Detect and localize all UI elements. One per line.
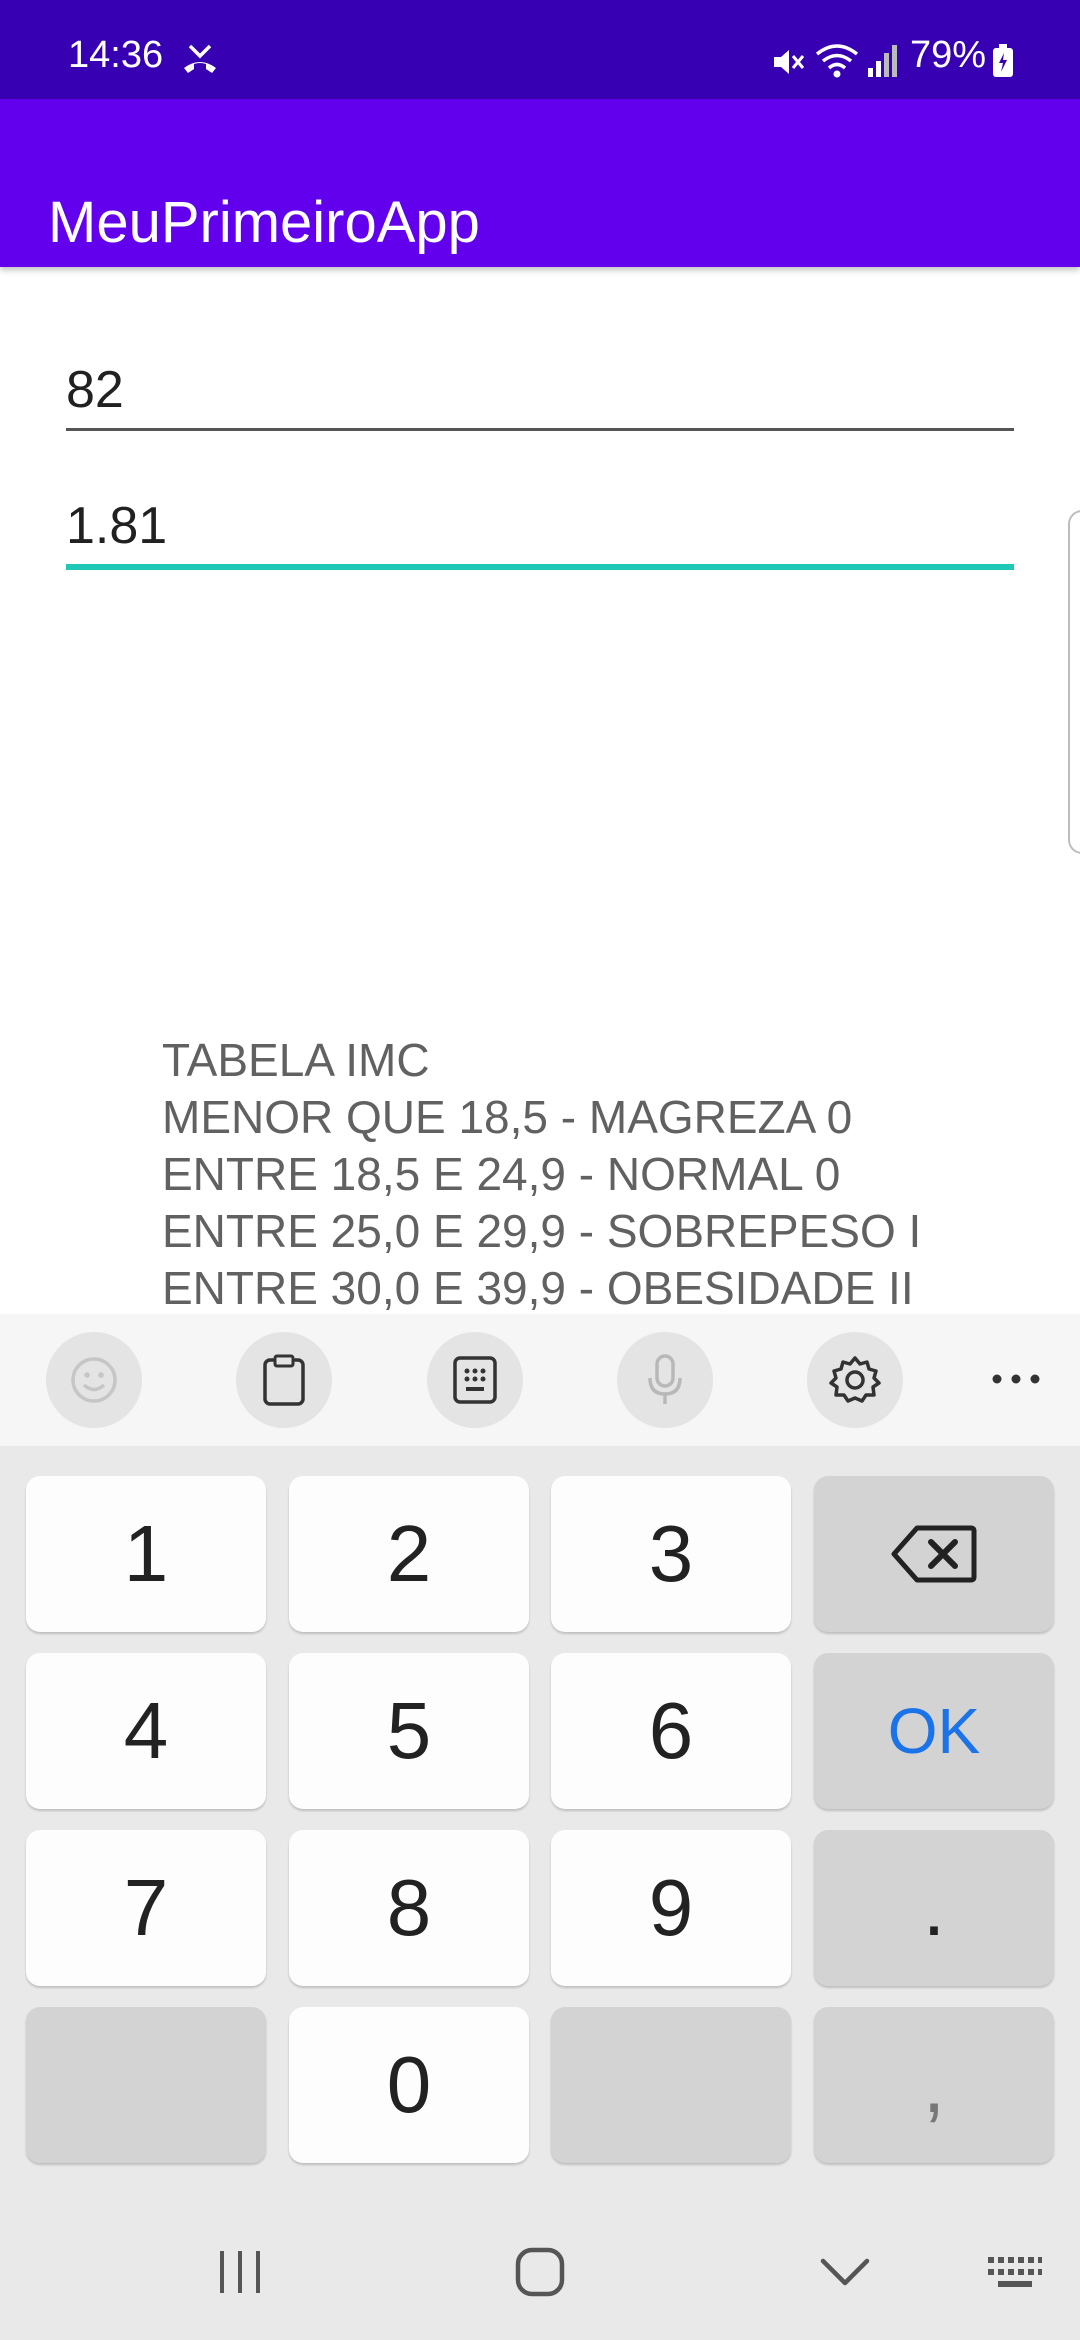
backspace-key[interactable] [814,1476,1054,1632]
navigation-bar [0,2200,1080,2340]
key-4[interactable]: 4 [26,1653,266,1809]
key-3[interactable]: 3 [551,1476,791,1632]
comma-key[interactable]: , [814,2007,1054,2163]
missed-call-icon [180,42,220,81]
battery-icon [992,44,1014,83]
scroll-handle[interactable] [1068,510,1080,854]
keyboard-switch-icon[interactable] [980,2248,1050,2298]
back-icon[interactable] [805,2244,885,2300]
keyboard-toolbar [0,1314,1080,1446]
height-input[interactable]: 1.81 [66,490,1014,562]
imc-row: MENOR QUE 18,5 - MAGREZA 0 [162,1091,853,1143]
recents-icon[interactable] [200,2244,280,2300]
imc-row: ENTRE 30,0 E 39,9 - OBESIDADE II [162,1262,914,1314]
imc-row: ENTRE 18,5 E 24,9 - NORMAL 0 [162,1148,841,1200]
settings-icon[interactable] [807,1332,903,1428]
mute-icon [770,44,806,85]
key-9[interactable]: 9 [551,1830,791,1986]
battery-percent: 79% [910,34,987,76]
clipboard-icon[interactable] [236,1332,332,1428]
app-bar: MeuPrimeiroApp [0,99,1080,267]
more-icon[interactable] [976,1354,1056,1404]
signal-icon [866,42,900,83]
app-title: MeuPrimeiroApp [48,189,480,255]
blank-key-left[interactable] [26,2007,266,2163]
ok-key[interactable]: OK [814,1653,1054,1809]
backspace-icon [891,1525,977,1583]
home-icon[interactable] [500,2244,580,2300]
key-5[interactable]: 5 [289,1653,529,1809]
imc-table-title: TABELA IMC [162,1034,430,1086]
imc-row: ENTRE 25,0 E 29,9 - SOBREPESO I [162,1205,922,1257]
mic-icon[interactable] [617,1332,713,1428]
key-1[interactable]: 1 [26,1476,266,1632]
blank-key-right[interactable] [551,2007,791,2163]
wifi-icon [814,42,860,85]
imc-table: TABELA IMC MENOR QUE 18,5 - MAGREZA 0 EN… [162,1032,1062,1317]
emoji-icon[interactable] [46,1332,142,1428]
status-bar: 14:36 79% [0,0,1080,99]
status-time: 14:36 [68,34,164,76]
key-7[interactable]: 7 [26,1830,266,1986]
key-6[interactable]: 6 [551,1653,791,1809]
key-8[interactable]: 8 [289,1830,529,1986]
key-0[interactable]: 0 [289,2007,529,2163]
key-2[interactable]: 2 [289,1476,529,1632]
weight-input-underline [66,428,1014,431]
keypad-icon[interactable] [427,1332,523,1428]
weight-input[interactable]: 82 [66,354,1014,426]
height-input-underline [66,564,1014,570]
dot-key[interactable]: . [814,1830,1054,1986]
